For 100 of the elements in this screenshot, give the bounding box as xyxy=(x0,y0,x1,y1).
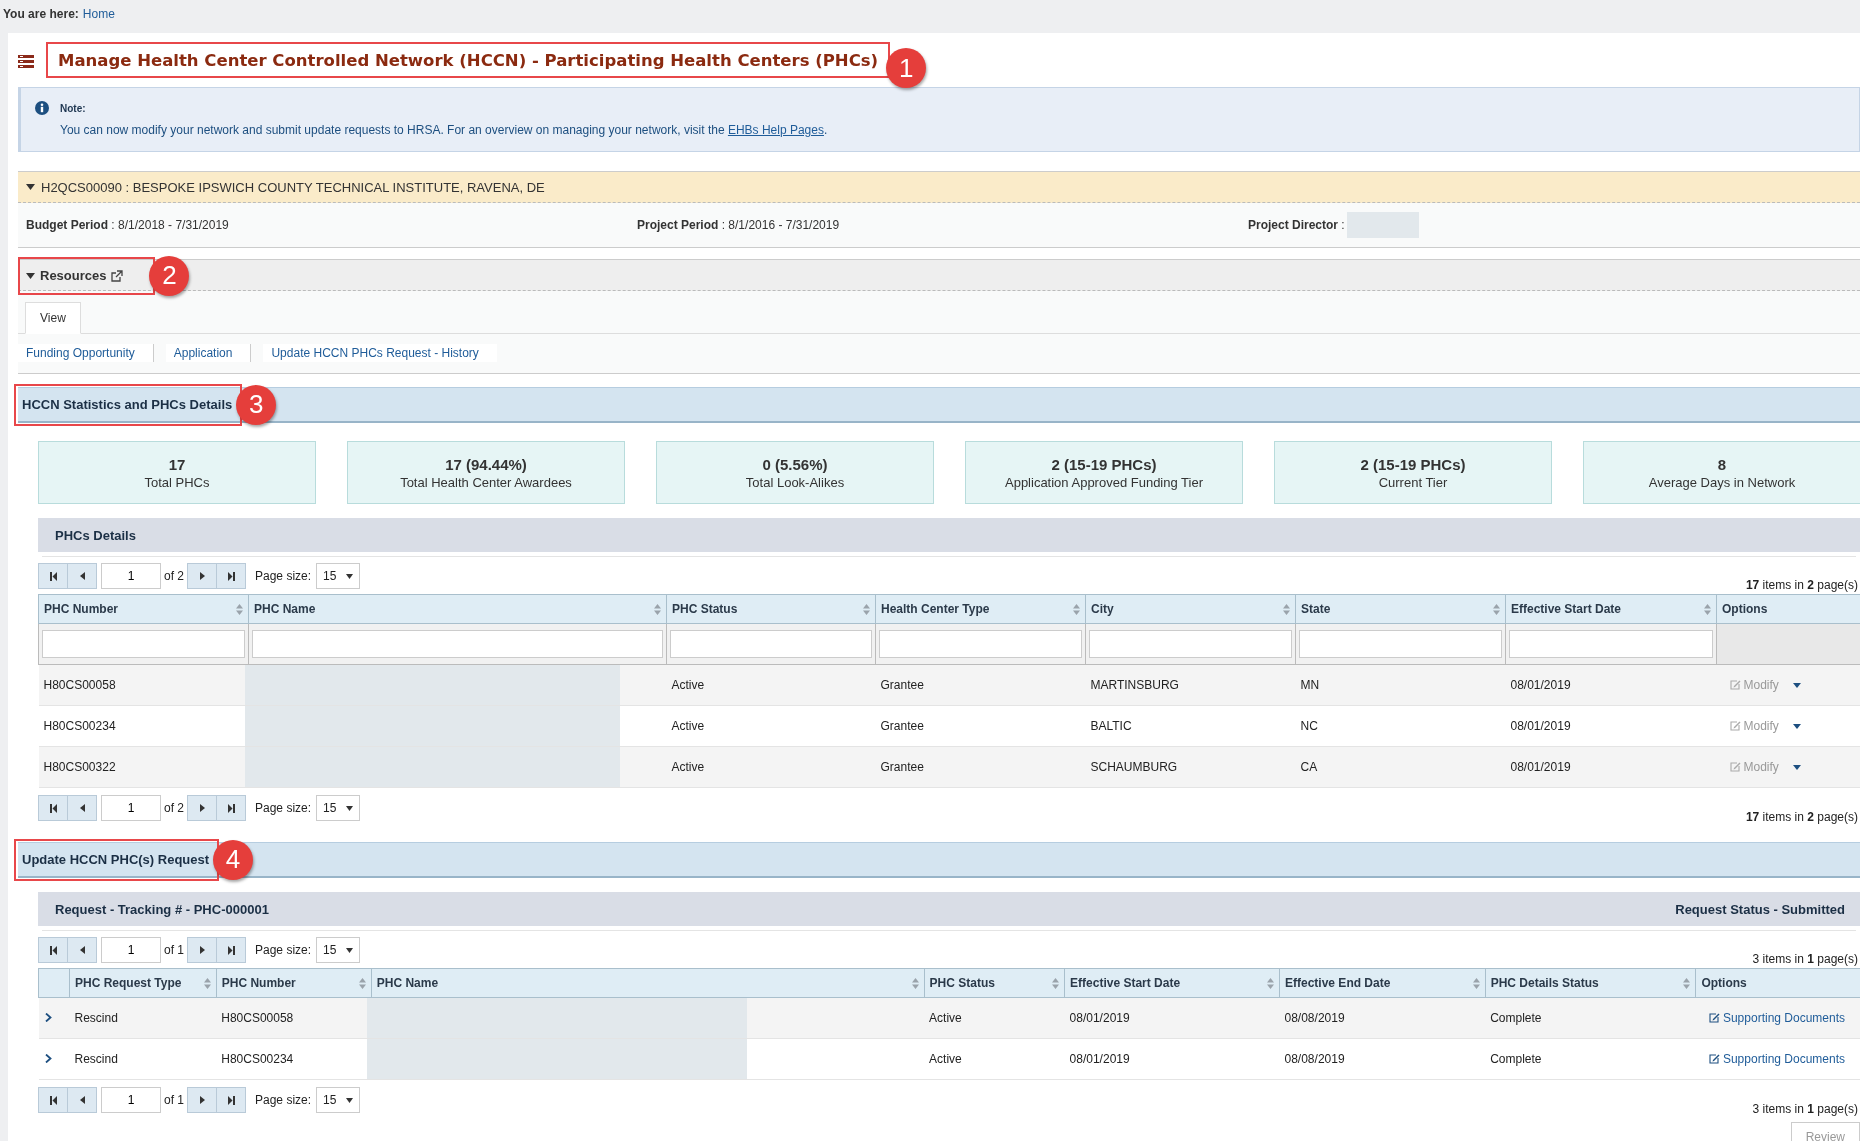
first-page-icon xyxy=(49,571,57,581)
view-tab[interactable]: View xyxy=(25,302,81,334)
page-size-label: Page size: xyxy=(255,801,312,815)
documents-link[interactable]: Supporting Documents xyxy=(1708,1052,1845,1066)
first-page-button[interactable] xyxy=(38,563,68,589)
filter-field[interactable] xyxy=(879,630,1082,658)
column-header[interactable]: Effective End Date xyxy=(1279,968,1486,998)
table-cell: H80CS00322 xyxy=(43,760,116,774)
table-cell: 08/01/2019 xyxy=(1510,719,1571,733)
table-cell: Grantee xyxy=(880,678,924,692)
page-number-field[interactable]: 1 xyxy=(101,795,161,821)
expand-icon[interactable] xyxy=(43,1054,52,1063)
column-header[interactable]: PHC Name xyxy=(371,968,925,998)
next-page-button[interactable] xyxy=(187,795,217,821)
caret-down-icon xyxy=(346,1097,354,1103)
page-count: of 2 xyxy=(164,801,184,815)
first-page-icon xyxy=(49,945,57,955)
column-header[interactable]: PHC Number xyxy=(216,968,372,998)
sort-icon xyxy=(1283,603,1290,615)
column-header[interactable]: PHC Details Status xyxy=(1485,968,1696,998)
page-size-select[interactable]: 15 xyxy=(316,1087,361,1113)
first-page-button[interactable] xyxy=(38,937,68,963)
subsection-title: PHCs Details xyxy=(55,527,136,543)
page-size-select[interactable]: 15 xyxy=(316,795,361,821)
page-number-field[interactable]: 1 xyxy=(101,563,161,589)
column-header[interactable]: State xyxy=(1295,594,1506,624)
column-header[interactable]: PHC Status xyxy=(924,968,1065,998)
last-page-button[interactable] xyxy=(216,1087,246,1113)
previous-page-icon xyxy=(79,804,85,812)
caret-down-icon xyxy=(346,947,354,953)
page-title: Manage Health Center Controlled Network (HCCN) - Participating Health Centers (PHCs) xyxy=(58,50,879,70)
page-size-select[interactable]: 15 xyxy=(316,563,361,589)
grant-header[interactable]: H2QCS00090 : BESPOKE IPSWICH COUNTY TECHNICAL INSTITUTE, RAVENA, DE xyxy=(18,171,1860,203)
table-cell: Complete xyxy=(1490,1052,1542,1066)
table-cell: H80CS00058 xyxy=(221,1011,294,1025)
table-cell: MN xyxy=(1300,678,1320,692)
table-cell: Complete xyxy=(1490,1011,1542,1025)
column-header[interactable]: PHC Status xyxy=(666,594,876,624)
first-page-icon xyxy=(49,1095,57,1105)
page-number-field[interactable]: 1 xyxy=(101,1087,161,1113)
column-header: Options xyxy=(1695,968,1860,998)
page-number-field[interactable]: 1 xyxy=(101,937,161,963)
table-cell: Active xyxy=(671,760,705,774)
external-link-icon xyxy=(111,269,124,282)
filter-field[interactable] xyxy=(670,630,872,658)
page-count: of 1 xyxy=(164,1093,184,1107)
stat-value: 2 (15-19 PHCs) xyxy=(1051,455,1157,473)
column-header[interactable]: PHC Request Type xyxy=(69,968,217,998)
caret-down-icon[interactable] xyxy=(1792,723,1801,729)
callout-badge: 1 xyxy=(886,48,927,88)
previous-page-button[interactable] xyxy=(67,937,97,963)
column-header[interactable]: PHC Number xyxy=(38,594,249,624)
column-header[interactable]: Effective Start Date xyxy=(1064,968,1280,998)
caret-down-icon[interactable] xyxy=(1792,682,1801,688)
previous-page-button[interactable] xyxy=(67,563,97,589)
column-header[interactable]: Health Center Type xyxy=(875,594,1086,624)
filter-field[interactable] xyxy=(1299,630,1502,658)
previous-page-button[interactable] xyxy=(67,1087,97,1113)
last-page-button[interactable] xyxy=(216,937,246,963)
table-cell: 08/08/2019 xyxy=(1284,1011,1345,1025)
previous-page-button[interactable] xyxy=(67,795,97,821)
stat-value: 17 (94.44%) xyxy=(445,455,527,473)
next-page-button[interactable] xyxy=(187,937,217,963)
sort-icon xyxy=(654,603,661,615)
first-page-button[interactable] xyxy=(38,1087,68,1113)
expand-icon[interactable] xyxy=(43,1013,52,1022)
edit-icon xyxy=(1729,721,1741,731)
next-page-icon xyxy=(199,572,205,580)
table-cell: MARTINSBURG xyxy=(1090,678,1179,692)
table-cell: H80CS00234 xyxy=(221,1052,294,1066)
note-heading: Note: xyxy=(60,103,87,114)
section-title: HCCN Statistics and PHCs Details xyxy=(22,397,233,412)
column-header[interactable]: Effective Start Date xyxy=(1505,594,1717,624)
next-page-button[interactable] xyxy=(187,1087,217,1113)
stat-label: Average Days in Network xyxy=(1648,474,1796,490)
last-page-button[interactable] xyxy=(216,563,246,589)
first-page-button[interactable] xyxy=(38,795,68,821)
column-header[interactable]: PHC Name xyxy=(248,594,667,624)
page-count: of 1 xyxy=(164,943,184,957)
last-page-button[interactable] xyxy=(216,795,246,821)
sort-icon xyxy=(1472,977,1480,989)
callout-badge: 2 xyxy=(149,255,190,296)
resource-link[interactable]: Application xyxy=(165,344,252,362)
next-page-button[interactable] xyxy=(187,563,217,589)
filter-field[interactable] xyxy=(1509,630,1713,658)
table-cell: Active xyxy=(671,678,705,692)
help-pages-link[interactable]: EHBs Help Pages xyxy=(727,123,824,137)
resource-link[interactable]: Funding Opportunity xyxy=(18,344,154,362)
sort-icon xyxy=(1493,603,1500,615)
breadcrumb-link[interactable]: Home xyxy=(82,7,115,21)
sort-icon xyxy=(1073,603,1080,615)
page-size-select[interactable]: 15 xyxy=(316,937,361,963)
section-title: Update HCCN PHC(s) Request xyxy=(22,852,210,867)
filter-field[interactable] xyxy=(42,630,245,658)
resource-link[interactable]: Update HCCN PHCs Request - History xyxy=(263,344,497,362)
filter-field[interactable] xyxy=(1089,630,1292,658)
filter-field[interactable] xyxy=(252,630,663,658)
stat-label: Application Approved Funding Tier xyxy=(1005,474,1203,490)
column-header[interactable]: City xyxy=(1085,594,1296,624)
caret-down-icon[interactable] xyxy=(1792,764,1801,770)
